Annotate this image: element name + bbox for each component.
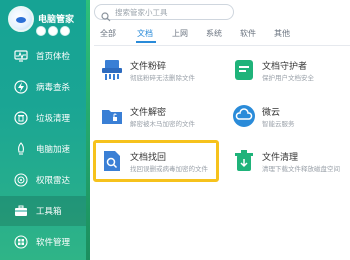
sidebar-item-speedup[interactable]: 电脑加速: [0, 134, 86, 164]
tabs-divider: [94, 45, 350, 46]
sidebar: 电脑管家 首页体检 病毒查杀 垃圾清理 电脑加速 权限雷达 工具箱 软件管理: [0, 0, 86, 260]
trash-bin-icon: [232, 149, 256, 173]
tool-weiyun[interactable]: 微云 智能云服务: [232, 104, 350, 144]
brand: 电脑管家: [8, 6, 88, 46]
tab-other[interactable]: 其他: [274, 28, 290, 39]
cloud-icon: [232, 104, 256, 128]
app-title: 电脑管家: [38, 15, 75, 25]
app-grid-icon: [14, 235, 28, 249]
tab-documents[interactable]: 文档: [137, 28, 153, 39]
tool-file-cleanup[interactable]: 文件清理 清理下载文件释放磁盘空间: [232, 149, 350, 189]
tab-all[interactable]: 全部: [100, 28, 116, 39]
tencent-logo-icon: [8, 6, 34, 32]
folder-unlock-icon: [100, 104, 124, 128]
badge-dot-icon[interactable]: [60, 26, 70, 36]
sidebar-item-virus-scan[interactable]: 病毒查杀: [0, 72, 86, 102]
doc-guard-icon: [232, 58, 256, 82]
category-tabs: 全部 文档 上网 系统 软件 其他: [94, 28, 350, 44]
tab-system[interactable]: 系统: [206, 28, 222, 39]
sidebar-item-toolbox[interactable]: 工具箱: [0, 196, 86, 226]
lightning-icon: [14, 80, 28, 94]
search-input[interactable]: [115, 6, 231, 18]
toolbox-icon: [14, 204, 28, 218]
highlight-box: [93, 140, 219, 182]
status-badges: [36, 26, 70, 36]
active-tab-indicator: [136, 41, 156, 43]
radar-icon: [14, 173, 28, 187]
tool-file-decrypt[interactable]: 文件解密 解密被木马加密的文件: [100, 104, 230, 144]
badge-dot-icon[interactable]: [36, 26, 46, 36]
search-icon: [101, 7, 111, 22]
search-box[interactable]: [94, 4, 234, 22]
tool-file-shredder[interactable]: 文件粉碎 彻底粉碎无法删除文件: [100, 58, 230, 98]
sidebar-edge: [86, 0, 90, 260]
badge-dot-icon[interactable]: [48, 26, 58, 36]
sidebar-item-permission-radar[interactable]: 权限雷达: [0, 165, 86, 195]
trash-icon: [14, 111, 28, 125]
pulse-monitor-icon: [14, 49, 28, 63]
rocket-icon: [14, 142, 28, 156]
sidebar-item-junk-cleanup[interactable]: 垃圾清理: [0, 103, 86, 133]
sidebar-item-home-checkup[interactable]: 首页体检: [0, 41, 86, 71]
tool-document-guardian[interactable]: 文档守护者 保护用户文档安全: [232, 58, 350, 98]
tab-internet[interactable]: 上网: [172, 28, 188, 39]
sidebar-item-software-manager[interactable]: 软件管理: [0, 227, 86, 257]
tab-software[interactable]: 软件: [240, 28, 256, 39]
shredder-icon: [100, 58, 124, 82]
